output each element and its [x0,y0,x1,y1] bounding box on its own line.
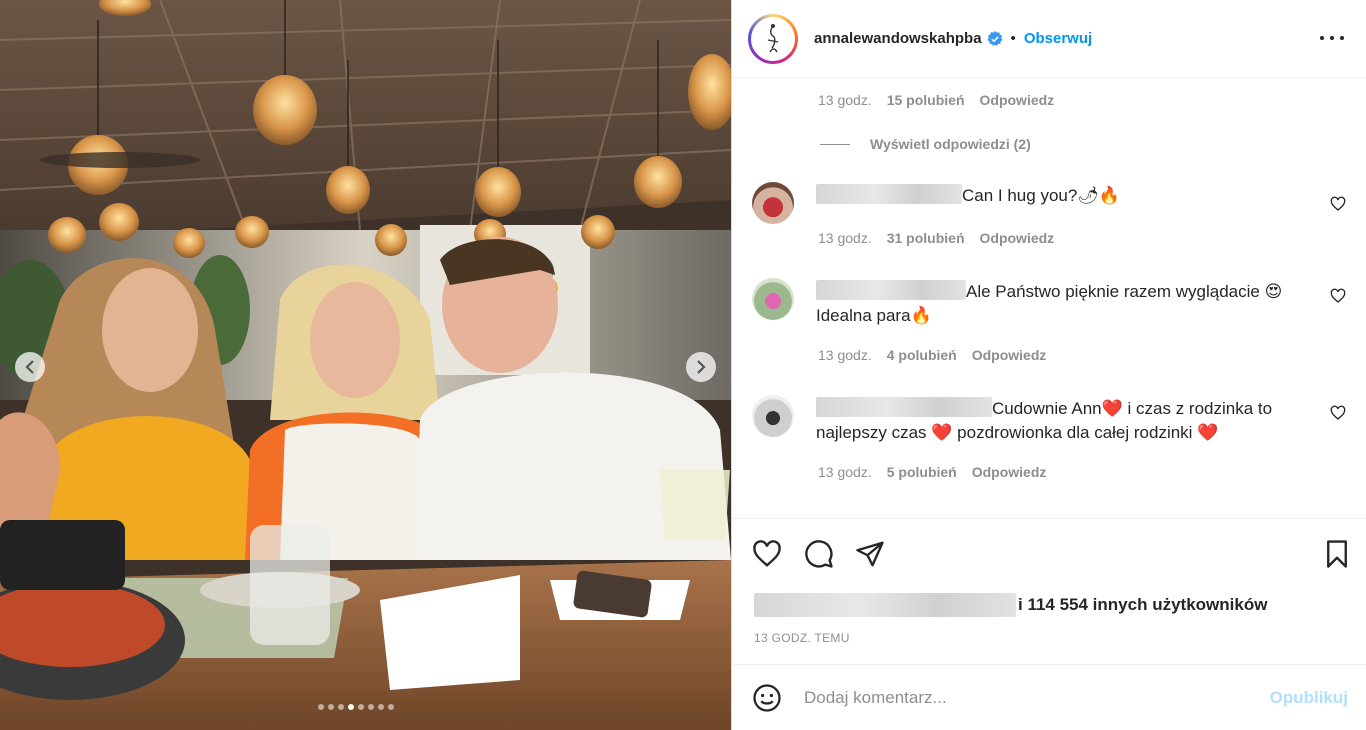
follow-button[interactable]: Obserwuj [1024,30,1092,47]
comment-body: Cudownie Ann❤️ i czas z rodzinka to [992,399,1273,418]
reply-button[interactable]: Odpowiedz [980,230,1055,246]
comments-list[interactable]: 13 godz. 15 polubień Odpowiedz Wyświetl … [732,79,1366,519]
comment-text: Cudownie Ann❤️ i czas z rodzinka to najl… [816,397,1306,445]
more-icon [1320,36,1324,40]
view-replies-button[interactable]: Wyświetl odpowiedzi (2) [820,136,1031,152]
likes-summary[interactable]: i 114 554 innych użytkowników [754,593,1267,617]
emoji-icon[interactable] [752,683,782,713]
reply-button[interactable]: Odpowiedz [980,92,1055,108]
comment-text: Ale Państwo pięknie razem wyglądacie 😍 I… [816,280,1306,328]
logo-icon [767,23,779,52]
likes-count[interactable]: i 114 554 innych użytkowników [1018,595,1267,615]
comment-input[interactable] [804,687,1244,708]
heart-icon[interactable] [1330,405,1346,421]
post-dialog: annalewandowskahpba • Obserwuj 13 godz. … [0,0,1366,730]
verified-icon [986,30,1003,46]
blurred-username[interactable] [816,397,992,417]
comment-body-line2: najlepszy czas ❤️ pozdrowionka dla całej… [816,423,1219,442]
comment-time: 13 godz. [818,347,872,363]
reply-button[interactable]: Odpowiedz [972,464,1047,480]
carousel-dot [388,704,394,710]
heart-icon[interactable] [1330,288,1346,304]
chevron-left-icon [25,360,34,374]
chevron-right-icon [697,360,706,374]
comment-time: 13 godz. [818,230,872,246]
view-replies-label: Wyświetl odpowiedzi (2) [870,136,1031,152]
more-options-button[interactable] [1320,28,1344,48]
comment-likes[interactable]: 15 polubień [887,92,965,108]
carousel-dot-active [348,704,354,710]
bookmark-icon[interactable] [1322,539,1352,569]
post-header: annalewandowskahpba • Obserwuj [732,0,1366,78]
publish-button[interactable]: Opublikuj [1270,688,1348,708]
carousel-dot [318,704,324,710]
carousel-next-button[interactable] [686,352,716,382]
post-timestamp[interactable]: 13 GODZ. TEMU [754,631,850,645]
carousel-dot [368,704,374,710]
carousel-dot [338,704,344,710]
commenter-avatar[interactable] [752,395,794,437]
add-comment-bar: Opublikuj [732,664,1366,730]
comment-likes[interactable]: 5 polubień [887,464,957,480]
comment-meta: 13 godz. 5 polubień Odpowiedz [818,464,1046,480]
comment-meta: 13 godz. 15 polubień Odpowiedz [818,92,1054,108]
header-separator: • [1010,30,1016,47]
comment-time: 13 godz. [818,92,872,108]
comment-icon[interactable] [804,539,834,569]
post-photo[interactable] [0,0,731,730]
post-details-pane: annalewandowskahpba • Obserwuj 13 godz. … [731,0,1366,730]
comment-meta: 13 godz. 31 polubień Odpowiedz [818,230,1054,246]
comment-item: Can I hug you?🌶🔥 [752,182,1352,262]
comment-item: Cudownie Ann❤️ i czas z rodzinka to najl… [752,395,1352,475]
share-icon[interactable] [855,539,885,569]
comment-likes[interactable]: 31 polubień [887,230,965,246]
carousel-dot [328,704,334,710]
carousel-prev-button[interactable] [15,352,45,382]
carousel-dot [378,704,384,710]
comment-body: Can I hug you?🌶🔥 [962,186,1121,205]
comment-time: 13 godz. [818,464,872,480]
heart-icon[interactable] [1330,196,1346,212]
commenter-avatar[interactable] [752,278,794,320]
blurred-username[interactable] [816,184,962,204]
blurred-likers [754,593,1016,617]
author-avatar[interactable] [748,13,798,64]
replies-line [820,143,850,145]
heart-icon[interactable] [752,539,782,569]
comment-text: Can I hug you?🌶🔥 [816,184,1306,208]
commenter-avatar[interactable] [752,182,794,224]
reply-button[interactable]: Odpowiedz [972,347,1047,363]
comment-likes[interactable]: 4 polubień [887,347,957,363]
comment-item: Ale Państwo pięknie razem wyglądacie 😍 I… [752,278,1352,358]
comment-meta: 13 godz. 4 polubień Odpowiedz [818,347,1046,363]
comment-body-line2: Idealna para🔥 [816,306,932,325]
blurred-username[interactable] [816,280,966,300]
comment-body: Ale Państwo pięknie razem wyglądacie 😍 [966,282,1283,301]
carousel-dot [358,704,364,710]
author-username[interactable]: annalewandowskahpba [814,30,982,47]
photo-image [0,0,731,730]
post-actions: i 114 554 innych użytkowników 13 GODZ. T… [732,518,1366,664]
carousel-indicator [318,704,394,710]
